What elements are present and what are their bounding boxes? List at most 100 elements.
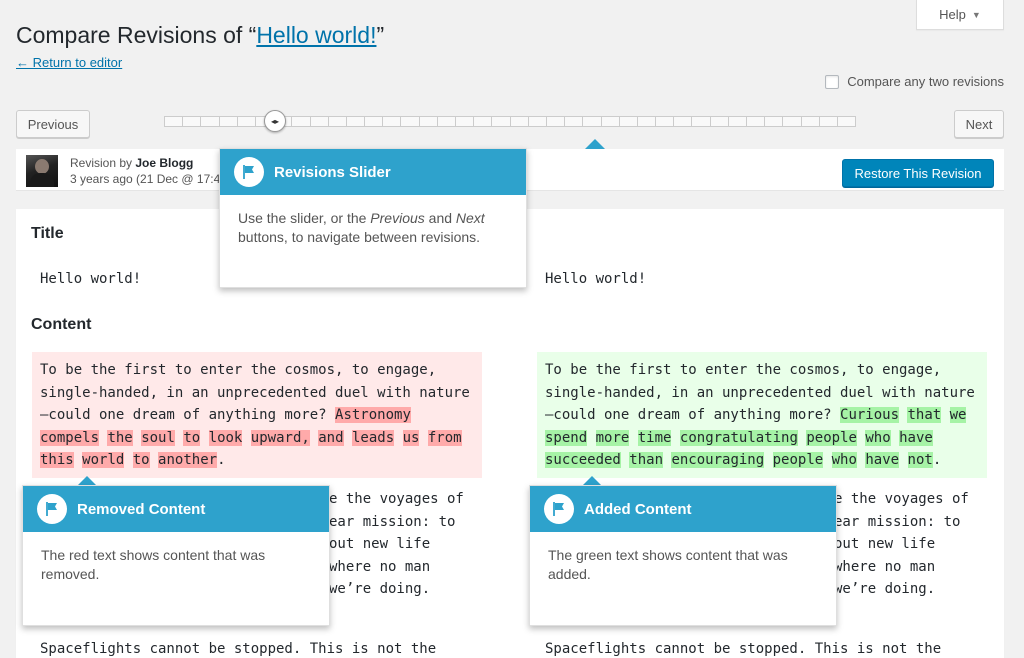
slider-tick[interactable] xyxy=(692,117,711,126)
title-heading: Title xyxy=(31,225,64,242)
slider-tick[interactable] xyxy=(456,117,475,126)
previous-button[interactable]: Previous xyxy=(16,110,90,138)
help-tab[interactable]: Help ▼ xyxy=(916,0,1004,30)
slider-tick[interactable] xyxy=(656,117,675,126)
right-p2-line-5: we’re doing. xyxy=(834,581,936,597)
slider-tick[interactable] xyxy=(183,117,202,126)
flag-icon xyxy=(37,494,67,524)
slider-tick[interactable] xyxy=(546,117,566,126)
slider-tick[interactable] xyxy=(528,117,547,126)
removed-word: to xyxy=(132,452,150,468)
slider-tick[interactable] xyxy=(583,117,602,126)
left-line-2: single-handed, in an unprecedented duel … xyxy=(40,384,470,401)
left-line-5-words: this world to another xyxy=(40,452,218,468)
slider-tick[interactable] xyxy=(437,117,456,126)
removed-word: another xyxy=(158,452,218,468)
revision-by-prefix: Revision by xyxy=(70,156,136,170)
slider-tick[interactable] xyxy=(328,117,347,126)
slider-tick[interactable] xyxy=(365,117,384,126)
left-line-5: this world to another. xyxy=(40,449,226,472)
slider-tick[interactable] xyxy=(565,117,584,126)
removed-word: this xyxy=(40,452,74,468)
slider-tick[interactable] xyxy=(492,117,511,126)
added-word: people xyxy=(772,452,824,468)
slider-tick[interactable] xyxy=(419,117,438,126)
added-word: have xyxy=(865,452,900,468)
removed-word: us xyxy=(402,429,420,446)
right-p2-line-4: where no man xyxy=(834,558,936,575)
slider-tick[interactable] xyxy=(674,117,693,126)
removed-word: compels xyxy=(40,429,100,446)
slider-tick[interactable] xyxy=(383,117,402,126)
pointer-body: Use the slider, or the Previous and Next… xyxy=(220,195,526,261)
removed-word: world xyxy=(82,452,125,468)
slider-tick[interactable] xyxy=(310,117,329,126)
slider-tick[interactable] xyxy=(837,117,856,126)
pointer-title: Added Content xyxy=(584,500,692,518)
pointer-emphasis: Previous xyxy=(370,210,425,226)
slider-tick[interactable] xyxy=(201,117,220,126)
slider-tick[interactable] xyxy=(219,117,238,126)
left-title-value: Hello world! xyxy=(40,271,142,287)
help-label: Help xyxy=(939,7,966,22)
removed-word: leads xyxy=(351,429,395,446)
right-line-5: succeeded than encouraging people who ha… xyxy=(545,449,941,472)
left-p2-line-1: e the voyages of xyxy=(329,491,464,507)
right-title-value: Hello world! xyxy=(545,271,647,287)
pointer-header: Added Content xyxy=(530,486,836,532)
next-button[interactable]: Next xyxy=(954,110,1004,138)
slider-tick[interactable] xyxy=(474,117,493,126)
slider-handle[interactable]: ◂▸ xyxy=(264,110,286,132)
pointer-title: Revisions Slider xyxy=(274,163,391,181)
pointer-header: Removed Content xyxy=(23,486,329,532)
slider-tick[interactable] xyxy=(401,117,420,126)
pointer-body: The red text shows content that was remo… xyxy=(41,547,266,582)
added-word: Curious xyxy=(840,407,900,423)
added-word: who xyxy=(831,452,857,468)
right-line-4: spend more time congratulating people wh… xyxy=(545,427,933,450)
compare-any-two-toggle[interactable]: Compare any two revisions xyxy=(825,74,1004,89)
added-word: not xyxy=(907,452,933,468)
slider-tick[interactable] xyxy=(710,117,729,126)
left-line-1: To be the first to enter the cosmos, to … xyxy=(40,362,437,378)
added-word: than xyxy=(629,452,664,468)
pointer-text: buttons, to navigate between revisions. xyxy=(238,229,481,245)
slider-tick[interactable] xyxy=(237,117,256,126)
compare-any-checkbox[interactable] xyxy=(825,74,840,89)
right-line-5-end: . xyxy=(932,452,942,468)
removed-word: soul xyxy=(141,429,175,446)
left-line-4: compels the soul to look upward, and lea… xyxy=(40,427,462,450)
left-p2-line-3: out new life xyxy=(329,536,431,552)
added-word: succeeded xyxy=(545,452,621,468)
removed-word: to xyxy=(183,429,201,446)
slider-tick[interactable] xyxy=(601,117,620,126)
slider-tick[interactable] xyxy=(165,117,184,126)
post-title-link[interactable]: Hello world! xyxy=(256,22,376,48)
slider-tick[interactable] xyxy=(292,117,311,126)
removed-word: look xyxy=(208,429,243,446)
restore-revision-button[interactable]: Restore This Revision xyxy=(842,159,994,187)
flag-icon xyxy=(234,157,264,187)
return-to-editor-link[interactable]: ← Return to editor xyxy=(16,55,122,70)
slider-tick[interactable] xyxy=(801,117,820,126)
removed-word: and xyxy=(318,429,344,446)
left-line-5-end: . xyxy=(217,452,226,468)
added-word: we xyxy=(949,407,967,423)
slider-tick[interactable] xyxy=(783,117,802,126)
revision-date: 3 years ago (21 Dec @ 17:4 xyxy=(70,172,221,186)
added-word: spend xyxy=(545,429,588,446)
added-word: have xyxy=(899,429,933,446)
removed-word: from xyxy=(427,429,462,446)
right-p3-line-1: Spaceflights cannot be stopped. This is … xyxy=(545,641,942,657)
added-word: congratulating xyxy=(679,429,798,446)
slider-tick[interactable] xyxy=(637,117,657,126)
slider-tick[interactable] xyxy=(819,117,838,126)
slider-tick[interactable] xyxy=(747,117,766,126)
slider-tick[interactable] xyxy=(619,117,638,126)
slider-tick[interactable] xyxy=(765,117,784,126)
left-p2-line-4: where no man xyxy=(329,558,431,575)
slider-tick[interactable] xyxy=(728,117,747,126)
added-word: that xyxy=(907,407,942,423)
slider-tick[interactable] xyxy=(510,117,529,126)
slider-tick[interactable] xyxy=(346,117,366,126)
